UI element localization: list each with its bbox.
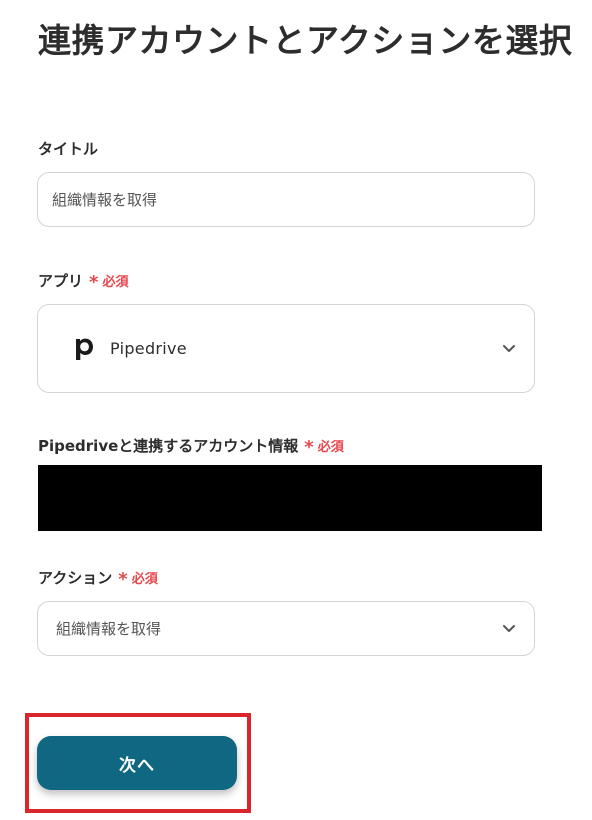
selected-app-name: Pipedrive bbox=[110, 339, 187, 358]
required-text: 必須 bbox=[317, 440, 344, 455]
title-label-text: タイトル bbox=[38, 140, 99, 158]
account-label-text: Pipedriveと連携するアカウント情報 bbox=[38, 437, 299, 455]
action-field-label: アクション * 必須 bbox=[38, 567, 158, 588]
title-field-label: タイトル bbox=[38, 138, 98, 159]
app-label-text: アプリ bbox=[38, 272, 84, 290]
required-text: 必須 bbox=[131, 572, 158, 587]
page-title: 連携アカウントとアクションを選択 bbox=[38, 21, 573, 60]
required-badge: * 必須 bbox=[118, 568, 158, 590]
account-field-label: Pipedriveと連携するアカウント情報 * 必須 bbox=[38, 435, 344, 456]
pipedrive-logo-graphic bbox=[76, 338, 93, 360]
page: 連携アカウントとアクションを選択 タイトル アプリ * 必須 Pipedrive… bbox=[0, 0, 592, 820]
asterisk-icon: * bbox=[89, 271, 99, 293]
asterisk-icon: * bbox=[304, 436, 314, 458]
chevron-down-icon[interactable] bbox=[502, 342, 516, 356]
required-badge: * 必須 bbox=[89, 271, 129, 293]
title-input[interactable] bbox=[38, 173, 534, 226]
app-field-label: アプリ * 必須 bbox=[38, 270, 128, 291]
asterisk-icon: * bbox=[118, 568, 128, 590]
app-select[interactable]: Pipedrive bbox=[37, 304, 535, 393]
required-badge: * 必須 bbox=[304, 436, 344, 458]
action-selected-value: 組織情報を取得 bbox=[56, 620, 162, 638]
redacted-account-area bbox=[38, 465, 542, 531]
chevron-down-graphic bbox=[503, 345, 515, 352]
action-select[interactable]: 組織情報を取得 bbox=[37, 601, 535, 656]
required-text: 必須 bbox=[102, 275, 129, 290]
next-button[interactable]: 次へ bbox=[37, 736, 237, 790]
title-input-box[interactable] bbox=[37, 172, 535, 227]
pipedrive-logo-icon bbox=[72, 334, 96, 364]
chevron-down-graphic bbox=[503, 625, 515, 632]
chevron-down-icon[interactable] bbox=[502, 622, 516, 636]
action-label-text: アクション bbox=[38, 569, 113, 587]
